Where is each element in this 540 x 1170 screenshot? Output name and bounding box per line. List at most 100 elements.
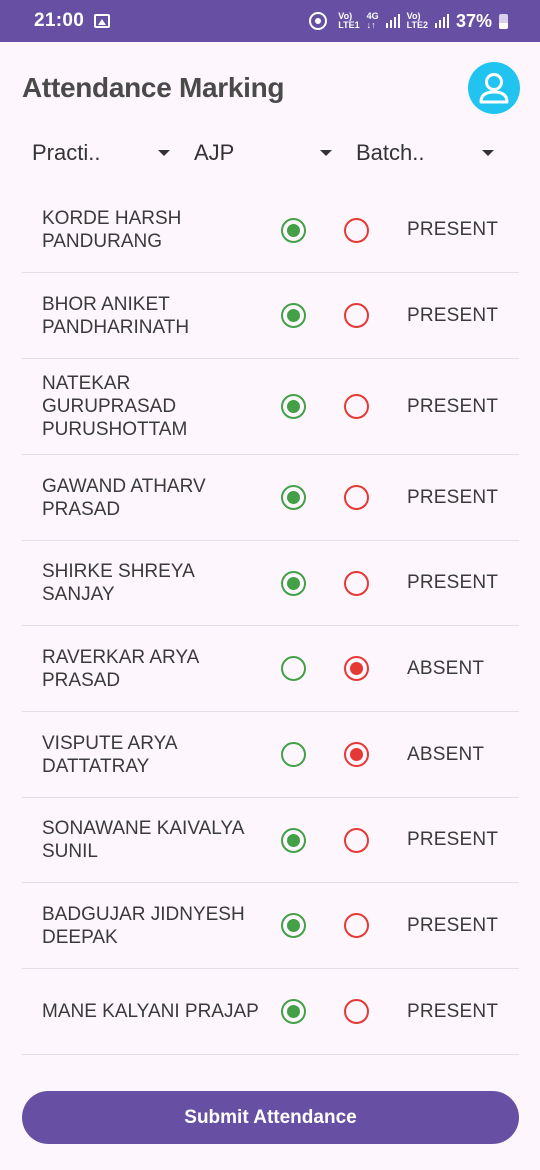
- practical-dropdown-value: Practi..: [32, 140, 101, 165]
- absent-radio-cell: [325, 485, 388, 510]
- hotspot-icon: [309, 12, 328, 30]
- absent-radio-cell: [325, 570, 388, 596]
- attendance-status: PRESENT: [407, 1000, 499, 1022]
- present-radio[interactable]: [281, 913, 306, 938]
- present-radio-cell: [262, 742, 325, 767]
- battery-icon: [499, 13, 508, 29]
- practical-dropdown[interactable]: Practi..: [22, 132, 184, 174]
- student-row: GAWAND ATHARV PRASAD PRESENT: [22, 455, 519, 541]
- present-radio-cell: [262, 656, 325, 681]
- present-radio[interactable]: [281, 827, 306, 853]
- present-radio[interactable]: [281, 656, 306, 681]
- student-row: VISPUTE ARYA DATTATRAY ABSENT: [22, 712, 519, 798]
- submit-attendance-button[interactable]: Submit Attendance: [22, 1091, 519, 1144]
- present-radio[interactable]: [281, 303, 306, 328]
- present-radio-cell: [262, 827, 325, 853]
- present-radio-cell: [262, 394, 325, 419]
- app-header: Attendance Marking: [22, 62, 520, 114]
- network-type-label: 4G ↓↑: [367, 12, 379, 30]
- student-row: BHOR ANIKET PANDHARINATH PRESENT: [22, 273, 519, 359]
- absent-radio-cell: [325, 999, 388, 1024]
- page-title: Attendance Marking: [22, 72, 285, 103]
- student-row: RAVERKAR ARYA PRASAD ABSENT: [22, 626, 519, 712]
- student-name: KORDE HARSH PANDURANG: [42, 208, 182, 252]
- batch-dropdown-value: Batch..: [356, 140, 425, 165]
- absent-radio-cell: [325, 394, 388, 419]
- student-name: NATEKAR GURUPRASAD PURUSHOTTAM: [42, 373, 188, 440]
- user-avatar-icon[interactable]: [468, 62, 520, 114]
- present-radio-cell: [262, 913, 325, 938]
- student-row: SONAWANE KAIVALYA SUNIL PRESENT: [22, 798, 519, 883]
- student-row: BADGUJAR JIDNYESH DEEPAK PRESENT: [22, 883, 519, 969]
- user-avatar-svg: [479, 73, 509, 104]
- attendance-status: ABSENT: [407, 743, 485, 765]
- absent-radio[interactable]: [344, 303, 369, 328]
- absent-radio-cell: [325, 827, 388, 853]
- present-radio[interactable]: [281, 570, 306, 596]
- student-row: SHIRKE SHREYA SANJAY PRESENT: [22, 541, 519, 626]
- signal-icon-2: [434, 14, 449, 28]
- attendance-status: PRESENT: [407, 395, 499, 417]
- status-right: Vo) LTE1 4G ↓↑ Vo) LTE2 37%: [309, 11, 508, 32]
- absent-radio-cell: [325, 217, 388, 243]
- chevron-down-icon: [158, 150, 170, 156]
- student-name: BHOR ANIKET PANDHARINATH: [42, 293, 190, 338]
- attendance-status: PRESENT: [407, 486, 499, 508]
- absent-radio-cell: [325, 742, 388, 767]
- absent-radio-cell: [325, 303, 388, 328]
- absent-radio[interactable]: [344, 485, 369, 510]
- battery-percent: 37%: [455, 10, 492, 31]
- gallery-icon: [94, 14, 111, 28]
- status-left: 21:00: [34, 10, 111, 32]
- student-name: SONAWANE KAIVALYA SUNIL: [42, 818, 244, 862]
- student-row: NATEKAR GURUPRASAD PURUSHOTTAM PRESENT: [22, 359, 519, 455]
- present-radio[interactable]: [281, 999, 306, 1024]
- attendance-status: PRESENT: [407, 219, 499, 240]
- network2-bottom: LTE2: [406, 20, 428, 30]
- network-label-2: Vo) LTE2: [407, 12, 428, 30]
- attendance-status: ABSENT: [407, 657, 485, 679]
- subject-dropdown[interactable]: AJP: [184, 132, 346, 174]
- student-row: KORDE HARSH PANDURANG PRESENT: [22, 188, 519, 273]
- status-bar: 21:00 Vo) LTE1 4G ↓↑ Vo) LTE2 37%: [0, 0, 540, 42]
- subject-dropdown-value: AJP: [194, 140, 235, 165]
- present-radio-cell: [262, 999, 325, 1024]
- present-radio[interactable]: [281, 394, 306, 419]
- chevron-down-icon: [320, 150, 332, 156]
- absent-radio[interactable]: [344, 827, 369, 853]
- present-radio-cell: [262, 570, 325, 596]
- student-name: VISPUTE ARYA DATTATRAY: [42, 732, 177, 777]
- student-row: MANE KALYANI PRAJAP PRESENT: [22, 969, 519, 1055]
- attendance-status: PRESENT: [407, 914, 499, 936]
- present-radio[interactable]: [281, 742, 306, 767]
- absent-radio[interactable]: [344, 394, 369, 419]
- absent-radio-cell: [325, 913, 388, 938]
- absent-radio[interactable]: [344, 656, 369, 681]
- present-radio-cell: [262, 303, 325, 328]
- attendance-status: PRESENT: [407, 304, 499, 326]
- present-radio-cell: [262, 485, 325, 510]
- student-name: RAVERKAR ARYA PRASAD: [42, 646, 199, 691]
- absent-radio-cell: [325, 656, 388, 681]
- absent-radio[interactable]: [344, 999, 369, 1024]
- student-name: BADGUJAR JIDNYESH DEEPAK: [42, 903, 245, 948]
- student-name: GAWAND ATHARV PRASAD: [42, 475, 206, 520]
- attendance-status: PRESENT: [407, 572, 499, 593]
- chevron-down-icon: [482, 150, 494, 156]
- present-radio[interactable]: [281, 217, 306, 243]
- batch-dropdown[interactable]: Batch..: [346, 132, 508, 174]
- absent-radio[interactable]: [344, 742, 369, 767]
- student-name: SHIRKE SHREYA SANJAY: [42, 561, 194, 605]
- present-radio[interactable]: [281, 485, 306, 510]
- absent-radio[interactable]: [344, 570, 369, 596]
- absent-radio[interactable]: [344, 913, 369, 938]
- network-label-1: Vo) LTE1: [338, 12, 359, 30]
- status-time: 21:00: [34, 10, 85, 31]
- data-arrows-icon: ↓↑: [366, 20, 376, 30]
- attendance-status: PRESENT: [407, 829, 499, 850]
- absent-radio[interactable]: [344, 217, 369, 243]
- present-radio-cell: [262, 217, 325, 243]
- filter-bar: Practi.. AJP Batch..: [22, 132, 508, 174]
- student-list: KORDE HARSH PANDURANG PRESENT BHOR ANIKET …: [22, 188, 519, 1055]
- student-name: MANE KALYANI PRAJAP: [42, 1001, 259, 1022]
